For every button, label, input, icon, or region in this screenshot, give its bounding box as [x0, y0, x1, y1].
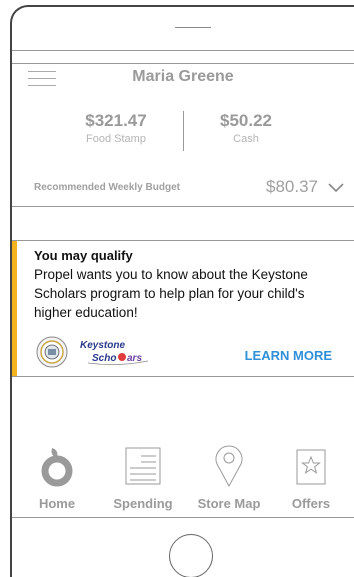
tab-home-label: Home [38, 496, 76, 511]
food-stamp-balance: $321.47 Food Stamp [56, 111, 176, 145]
promo-title: You may qualify [34, 248, 133, 263]
offers-icon [296, 449, 326, 485]
balance-divider [183, 111, 184, 151]
cash-balance: $50.22 Cash [186, 111, 306, 145]
tab-spending-label: Spending [113, 496, 173, 511]
keystone-scholars-logo: Keystone Scho ars [80, 340, 149, 365]
tab-offers[interactable]: Offers [268, 444, 354, 511]
phone-speaker [175, 27, 211, 28]
food-stamp-amount: $321.47 [85, 111, 147, 130]
divider [12, 206, 354, 207]
home-icon [41, 448, 73, 487]
food-stamp-label: Food Stamp [86, 133, 146, 145]
phone-frame: Maria Greene $321.47 Food Stamp $50.22 C… [10, 5, 354, 577]
tab-spending[interactable]: Spending [100, 444, 186, 511]
user-name: Maria Greene [132, 68, 234, 85]
state-seal-icon [36, 336, 68, 368]
chevron-down-icon[interactable] [328, 183, 344, 193]
cash-label: Cash [233, 133, 259, 145]
svg-text:Scho: Scho [92, 353, 116, 364]
divider [12, 517, 354, 518]
device-home-button[interactable] [169, 534, 213, 577]
budget-amount[interactable]: $80.37 [266, 177, 318, 197]
tab-store-map-label: Store Map [197, 496, 261, 511]
budget-label: Recommended Weekly Budget [34, 182, 180, 193]
cash-amount: $50.22 [220, 111, 272, 130]
promo-card: You may qualify Propel wants you to know… [12, 240, 354, 377]
learn-more-button[interactable]: LEARN MORE [245, 348, 332, 363]
tab-offers-label: Offers [291, 496, 331, 511]
promo-body: Propel wants you to know about the Keyst… [34, 267, 308, 320]
tab-store-map[interactable]: Store Map [186, 444, 272, 511]
map-pin-icon [215, 445, 243, 488]
divider [12, 50, 354, 51]
spending-icon [125, 447, 161, 485]
tab-home[interactable]: Home [14, 444, 100, 511]
promo-accent-bar [12, 241, 17, 376]
svg-text:Keystone: Keystone [80, 340, 125, 351]
divider [12, 63, 354, 64]
